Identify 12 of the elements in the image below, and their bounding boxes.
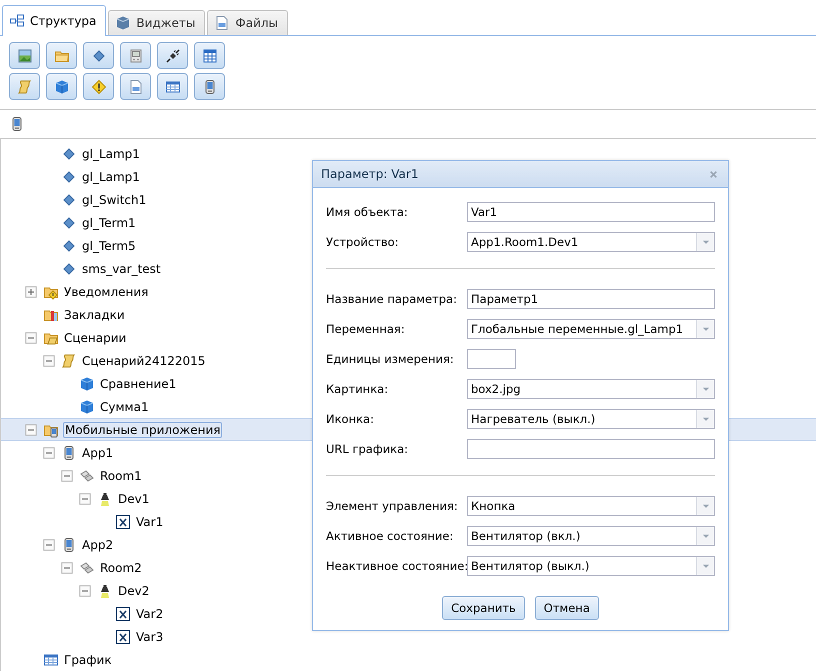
field-label: Активное состояние:: [326, 529, 454, 543]
dialog-title: Параметр: Var1: [321, 167, 418, 181]
field-label: Неактивное состояние:: [326, 559, 467, 573]
field-label: Картинка:: [326, 382, 390, 396]
field-label: Переменная:: [326, 322, 406, 336]
field-label: URL графика:: [326, 442, 410, 456]
field-label: Иконка:: [326, 412, 375, 426]
field-label: Название параметра:: [326, 292, 458, 306]
field-label: Имя объекта:: [326, 205, 409, 219]
field-label: Единицы измерения:: [326, 352, 455, 366]
field-label: Элемент управления:: [326, 499, 459, 513]
field-label: Устройство:: [326, 235, 400, 249]
